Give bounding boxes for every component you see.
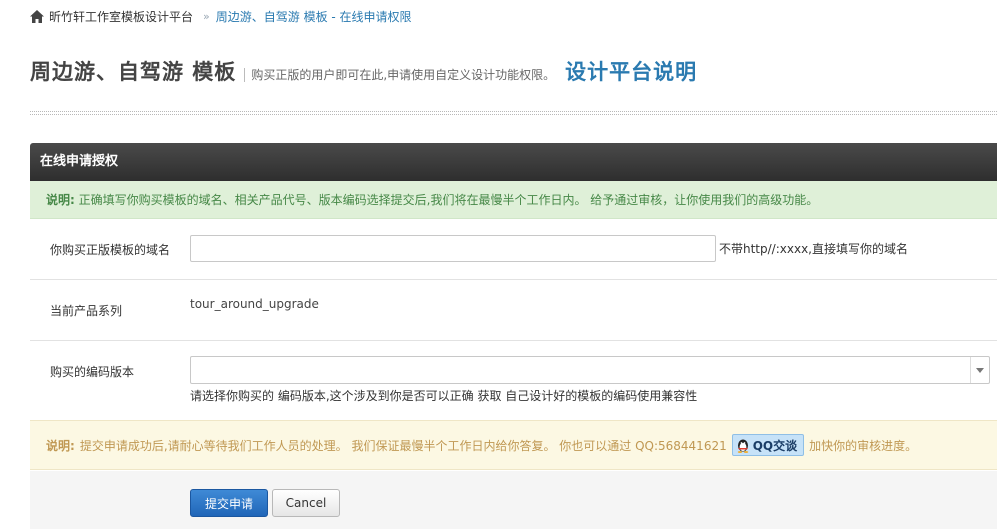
qq-penguin-icon xyxy=(737,439,748,453)
notice-bottom: 说明: 提交申请成功后,请耐心等待我们工作人员的处理。 我们保证最慢半个工作日内… xyxy=(30,420,997,470)
divider xyxy=(30,114,997,115)
page-title: 周边游、自驾游 模板 xyxy=(30,60,237,84)
form-row-product: 当前产品系列 tour_around_upgrade xyxy=(30,280,997,341)
notice-bottom-text-after: 加快你的审核进度。 xyxy=(809,438,918,453)
domain-input[interactable] xyxy=(190,235,716,262)
form-actions: 提交申请 Cancel xyxy=(30,471,997,529)
notice-bottom-label: 说明: xyxy=(46,438,75,453)
breadcrumb-current[interactable]: 周边游、自驾游 模板 - 在线申请权限 xyxy=(216,8,412,25)
home-icon[interactable] xyxy=(30,9,44,23)
qq-chat-button[interactable]: QQ交谈 xyxy=(731,434,805,456)
domain-label: 你购买正版模板的域名 xyxy=(50,243,171,257)
form-row-version: 购买的编码版本 请选择你购买的 编码版本,这个涉及到你是否可以正确 获取 自己设… xyxy=(30,341,997,420)
submit-button[interactable]: 提交申请 xyxy=(190,489,268,517)
product-label: 当前产品系列 xyxy=(50,304,123,318)
notice-top-label: 说明: xyxy=(46,193,75,207)
divider xyxy=(30,111,997,112)
product-value: tour_around_upgrade xyxy=(190,297,319,311)
breadcrumb-separator: » xyxy=(203,9,210,23)
version-label: 购买的编码版本 xyxy=(50,365,135,379)
version-select[interactable] xyxy=(190,356,990,384)
notice-top-text: 正确填写你购买模板的域名、相关产品代号、版本编码选择提交后,我们将在最慢半个工作… xyxy=(78,193,819,207)
version-help: 请选择你购买的 编码版本,这个涉及到你是否可以正确 获取 自己设计好的模板的编码… xyxy=(190,389,698,403)
panel-title: 在线申请授权 xyxy=(30,143,997,181)
qq-chat-label: QQ交谈 xyxy=(752,438,798,453)
page-subtitle: 购买正版的用户即可在此,申请使用自定义设计功能权限。 xyxy=(244,68,555,82)
breadcrumb-home-link[interactable]: 昕竹轩工作室模板设计平台 xyxy=(49,8,193,25)
domain-hint: 不带http//:xxxx,直接填写你的域名 xyxy=(719,242,908,256)
notice-bottom-text: 提交申请成功后,请耐心等待我们工作人员的处理。 我们保证最慢半个工作日内给你答复… xyxy=(79,438,727,453)
form-row-domain: 你购买正版模板的域名 不带http//:xxxx,直接填写你的域名 xyxy=(30,219,997,280)
cancel-button[interactable]: Cancel xyxy=(272,489,340,517)
platform-guide-link[interactable]: 设计平台说明 xyxy=(565,56,697,86)
caret-down-icon[interactable] xyxy=(970,357,989,383)
notice-top: 说明: 正确填写你购买模板的域名、相关产品代号、版本编码选择提交后,我们将在最慢… xyxy=(30,181,997,219)
page-header: 周边游、自驾游 模板 购买正版的用户即可在此,申请使用自定义设计功能权限。 设计… xyxy=(30,56,697,86)
breadcrumb: 昕竹轩工作室模板设计平台 » 周边游、自驾游 模板 - 在线申请权限 xyxy=(30,7,412,25)
